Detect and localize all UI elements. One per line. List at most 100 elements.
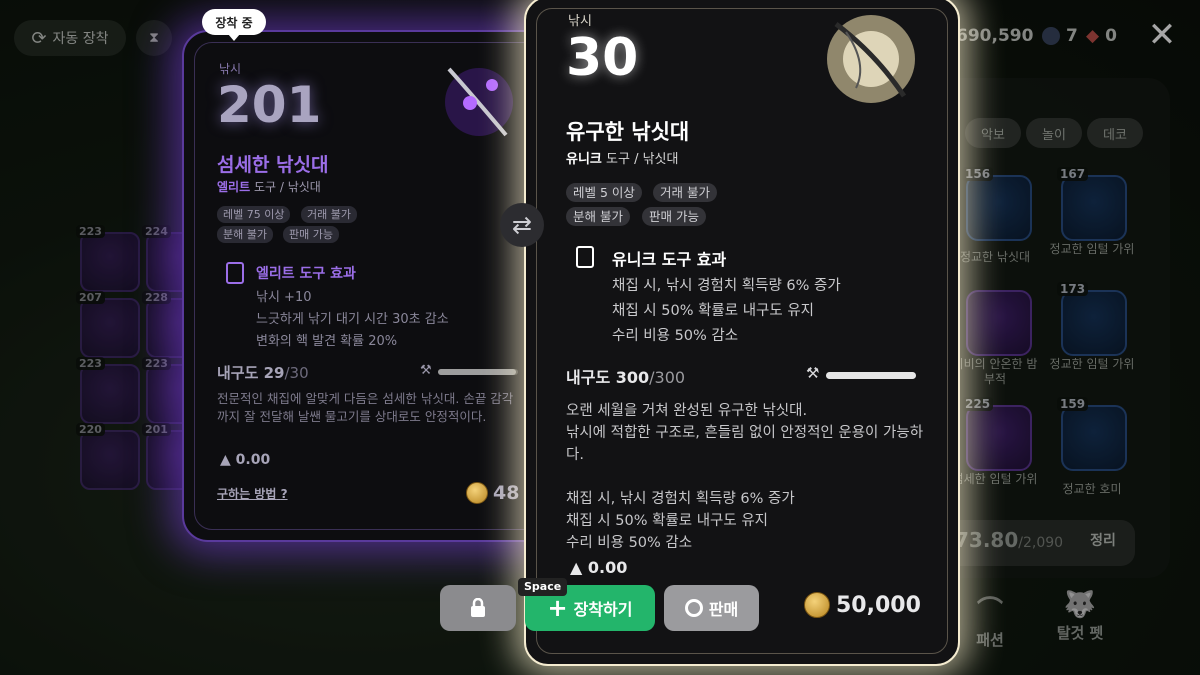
tab-deco[interactable]: 데코 [1087,118,1143,148]
durability-label: 내구도 300/300 [566,364,685,388]
slot-level: 207 [76,291,105,304]
inventory-slot[interactable]: 220 [76,423,140,490]
tab-play[interactable]: 놀이 [1026,118,1082,148]
how-to-get-link[interactable]: 구하는 방법 ? [217,485,288,502]
slot-level: 173 [1057,282,1089,296]
gold-amount: 690,590 [956,26,1034,46]
slot-label: 정교한 임털 가위 [1049,242,1135,256]
fishing-rod-icon [827,15,915,103]
gem-count: 7 [1066,26,1078,46]
tag-disassemble: 분해 불가 [566,207,630,226]
inventory-slot[interactable]: 156 [962,167,1032,241]
durability-fill [826,372,916,379]
slot-level: 159 [1057,397,1089,411]
weight-icon: ▲ [570,558,583,577]
sell-icon [684,599,703,617]
sell-price: 50,000 [804,592,921,618]
slot-level: 223 [76,357,105,370]
item-category-text: 도구 / 낚싯대 [250,180,321,194]
tab-score[interactable]: 악보 [965,118,1021,148]
slot-level: 220 [76,423,105,436]
price-value: 50,000 [836,592,921,618]
effect-title: 유니크 도구 효과 [612,250,727,269]
equip-label: 장착하기 [573,600,633,619]
hourglass-icon: ⧗ [149,30,159,46]
tag-trade: 거래 불가 [653,183,717,202]
item-weight: ▲ 0.00 [220,452,270,468]
tag-level-req: 레벨 5 이상 [566,183,642,202]
item-weight: ▲ 0.00 [570,558,627,577]
effect-card-icon [576,246,594,268]
item-level: 201 [217,76,322,134]
lock-icon [471,598,485,617]
swap-compare-icon[interactable]: ⇄ [500,203,544,247]
slot-level: 156 [962,167,994,181]
inventory-slot[interactable]: 225 [962,397,1032,471]
slot-level: 225 [962,397,994,411]
auto-equip-button[interactable]: ⟳ 자동 장착 [14,20,126,56]
coin-icon [466,482,488,504]
inventory-slot[interactable]: 223 [76,225,140,292]
repair-icon: ⚒ [806,364,820,382]
space-key-hint: Space [518,578,568,596]
durability-bar [438,369,518,375]
equipped-item-card: 낚시 201 섬세한 낚싯대 엘리트 도구 / 낚싯대 레벨 75 이상 거래 … [182,30,556,542]
tag-trade: 거래 불가 [301,206,357,223]
tag-level-req: 레벨 75 이상 [217,206,291,223]
pet-icon: 🐺 [1063,590,1097,620]
lock-button[interactable] [440,585,516,631]
coin-icon [804,592,830,618]
durability-current: 내구도 29 [217,364,285,382]
weight-value: 0.00 [587,558,628,577]
token-icon: ◆ [1086,26,1100,46]
plus-icon: + [547,594,568,622]
token-currency: ◆ 0 [1086,26,1117,46]
refresh-icon: ⟳ [31,27,47,49]
slot-level: 223 [142,357,171,370]
item-grade: 유니크 [566,152,602,167]
nav-label: 패션 [976,631,1004,649]
inventory-slot[interactable]: 207 [76,291,140,358]
slot-level: 224 [142,225,171,238]
equipped-badge: 장착 중 [202,9,266,41]
slot-level: 167 [1057,167,1089,181]
gold-currency: 690,590 [956,26,1033,46]
repair-icon: ⚒ [420,363,432,378]
effect-line: 낚시 +10 [256,290,312,305]
effect-line: 느긋하게 낚기 대기 시간 30초 감소 [256,312,449,327]
item-category: 엘리트 도구 / 낚싯대 [217,178,321,195]
slot-label: 이비의 안온한 밤 부적 [952,357,1038,386]
inventory-slot[interactable]: 223 [76,357,140,424]
inventory-slot[interactable]: 167 [1057,167,1127,241]
slot-level: 201 [142,423,171,436]
how-to-get-label: 구하는 방법 [217,487,277,501]
nav-label: 탈것 펫 [1056,624,1104,642]
item-category-text: 도구 / 낚싯대 [601,152,679,167]
item-grade: 엘리트 [217,180,251,194]
item-category: 유니크 도구 / 낚싯대 [566,148,678,167]
sell-button[interactable]: 판매 [664,585,759,631]
durability-fill [438,369,516,375]
inventory-slot[interactable]: 159 [1057,397,1127,471]
nav-fashion[interactable]: ⌒ 패션 [950,590,1030,650]
inventory-slot[interactable] [966,290,1032,356]
weight-max: /2,090 [1018,535,1064,551]
durability-label: 내구도 29/30 [217,362,309,383]
close-button[interactable]: ✕ [1146,18,1178,52]
durability-max: /300 [649,368,686,387]
slot-label: 정교한 낚싯대 [959,250,1031,264]
item-description: 전문적인 채집에 알맞게 다듬은 섬세한 낚싯대. 손끝 감각까지 잘 전달해 … [217,391,514,424]
slot-level: 228 [142,291,171,304]
sort-button[interactable]: 정리 [1075,524,1131,556]
inventory-slot[interactable]: 173 [1057,282,1127,356]
item-name: 유구한 낚싯대 [566,120,690,144]
slot-level: 223 [76,225,105,238]
hourglass-button[interactable]: ⧗ [136,20,172,56]
item-type: 낚시 [219,62,242,76]
nav-pet[interactable]: 🐺 탈것 펫 [1040,590,1120,643]
effect-line: 수리 비용 50% 감소 [612,328,739,344]
sell-label: 판매 [708,600,739,619]
effect-line: 변화의 핵 발견 확률 20% [256,334,398,349]
item-level: 30 [566,28,639,88]
effect-card-icon [226,262,244,284]
